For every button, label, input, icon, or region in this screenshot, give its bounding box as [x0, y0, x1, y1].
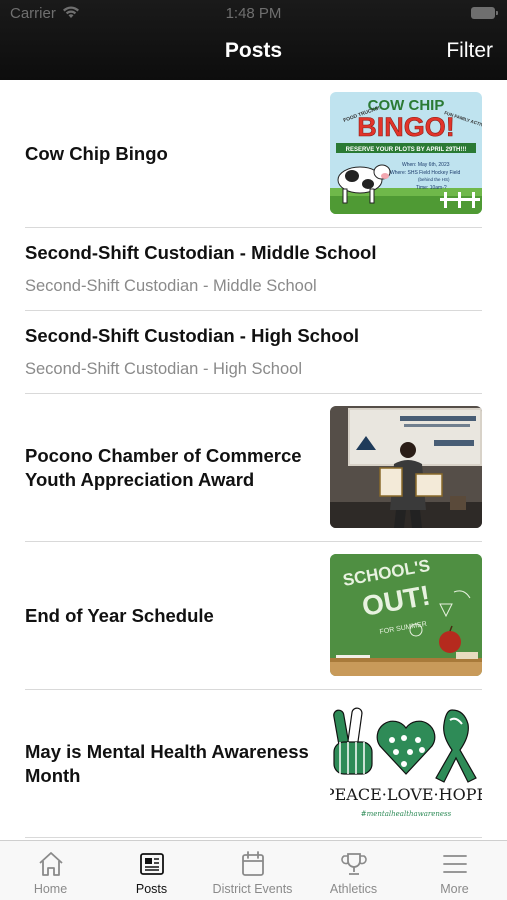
newspaper-icon	[139, 853, 164, 875]
trophy-icon	[340, 853, 367, 875]
tab-bar: Home Posts District Events Athletics Mor…	[0, 840, 507, 900]
navigation-header: Carrier 1:48 PM Posts Filter	[0, 0, 507, 80]
cow-chip-bingo-flyer: COW CHIP BINGO! FOOD TRUCKS! FUN FAMILY …	[330, 92, 482, 214]
schools-out-chalkboard: SCHOOL'S OUT! FOR SUMMER	[330, 554, 482, 676]
post-item-cow-chip-bingo[interactable]: Cow Chip Bingo COW CHIP BINGO! FOOD TRUC…	[25, 80, 482, 228]
tab-posts-label: Posts	[135, 882, 168, 896]
tab-athletics[interactable]: Athletics	[303, 841, 404, 900]
tab-posts[interactable]: Posts	[101, 841, 202, 900]
flyer-where: Where: SHS Field Hockey Field	[390, 170, 461, 176]
post-thumbnail: SCHOOL'S OUT! FOR SUMMER	[330, 554, 482, 676]
flyer-time: Time: 10am-?	[416, 185, 447, 191]
tab-more-label: More	[440, 882, 469, 896]
tab-district-events[interactable]: District Events	[202, 841, 303, 900]
calendar-icon	[241, 851, 264, 876]
post-title: Pocono Chamber of Commerce Youth Appreci…	[25, 444, 302, 490]
graphic-hashtag: #mentalhealthawareness	[361, 810, 452, 818]
flyer-banner: RESERVE YOUR PLOTS BY APRIL 29TH!!!	[346, 147, 467, 153]
post-item-custodian-high-school[interactable]: Second-Shift Custodian - High School Sec…	[25, 311, 482, 394]
menu-icon	[442, 855, 467, 873]
post-thumbnail: COW CHIP BINGO! FOOD TRUCKS! FUN FAMILY …	[330, 92, 482, 214]
post-title: May is Mental Health Awareness Month	[25, 740, 309, 786]
post-subtitle: Second-Shift Custodian - Middle School	[25, 277, 317, 295]
tab-home-label: Home	[33, 882, 68, 896]
tab-home[interactable]: Home	[0, 841, 101, 900]
post-title: End of Year Schedule	[25, 604, 214, 626]
status-bar: Carrier 1:48 PM	[0, 0, 507, 28]
post-thumbnail: PEACE·LOVE·HOPE #mentalhealthawareness	[330, 702, 482, 824]
page-title: Posts	[224, 39, 283, 62]
graphic-caption: PEACE·LOVE·HOPE	[330, 785, 482, 804]
post-subtitle: Second-Shift Custodian - High School	[25, 360, 302, 378]
post-thumbnail	[330, 406, 482, 528]
flyer-when: When: May 6th, 2023	[402, 162, 450, 168]
tab-district-events-label: District Events	[212, 882, 293, 896]
post-item-mental-health-awareness[interactable]: May is Mental Health Awareness Month PEA…	[25, 690, 482, 838]
award-photo	[330, 406, 482, 528]
post-title: Second-Shift Custodian - Middle School	[25, 242, 377, 263]
post-item-pocono-award[interactable]: Pocono Chamber of Commerce Youth Appreci…	[25, 394, 482, 542]
peace-love-hope-graphic: PEACE·LOVE·HOPE #mentalhealthawareness	[330, 702, 482, 824]
post-item-custodian-middle-school[interactable]: Second-Shift Custodian - Middle School S…	[25, 228, 482, 311]
battery-icon	[471, 7, 498, 19]
status-time: 1:48 PM	[225, 5, 282, 22]
flyer-heading-main: BINGO!	[357, 112, 455, 142]
post-item-end-of-year-schedule[interactable]: End of Year Schedule SCHOOL'S OUT! FOR S…	[25, 542, 482, 690]
filter-button[interactable]: Filter	[446, 39, 493, 63]
home-icon	[38, 852, 63, 876]
post-title: Second-Shift Custodian - High School	[25, 325, 360, 346]
post-title: Cow Chip Bingo	[25, 142, 168, 164]
tab-athletics-label: Athletics	[329, 882, 378, 896]
tab-more[interactable]: More	[404, 841, 505, 900]
posts-list: Cow Chip Bingo COW CHIP BINGO! FOOD TRUC…	[0, 80, 507, 838]
flyer-where2: (behind the HS)	[418, 177, 450, 182]
